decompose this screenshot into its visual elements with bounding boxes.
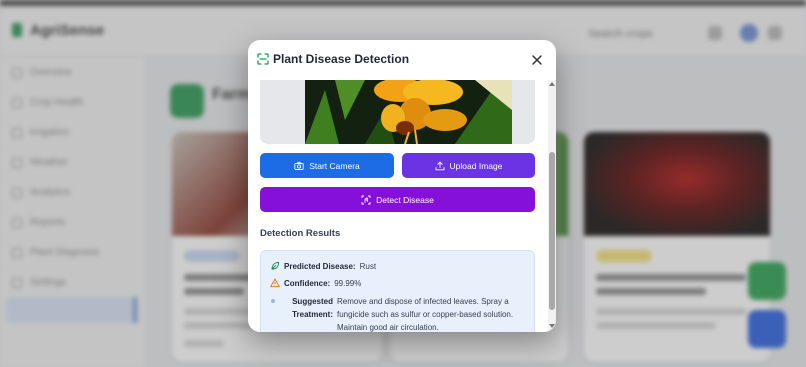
image-preview [260, 80, 535, 144]
camera-icon [294, 161, 304, 170]
plant-disease-modal: Plant Disease Detection Start Camera Upl… [248, 40, 556, 332]
close-icon[interactable] [530, 53, 544, 67]
results-panel: Predicted Disease: Rust Confidence: 99.9… [260, 250, 535, 332]
modal-title: Plant Disease Detection [273, 52, 410, 66]
confidence-row: Confidence: 99.99% [270, 278, 361, 288]
detect-disease-button[interactable]: Detect Disease [260, 187, 535, 212]
start-camera-label: Start Camera [309, 160, 360, 171]
scroll-up-arrow-icon[interactable] [549, 82, 555, 86]
scrollbar-thumb[interactable] [549, 152, 555, 310]
upload-image-button[interactable]: Upload Image [402, 153, 535, 178]
modal-scrollbar[interactable] [548, 80, 556, 332]
modal-header: Plant Disease Detection [248, 40, 556, 80]
scan-hand-icon [361, 195, 371, 204]
predicted-disease-label: Predicted Disease: [284, 261, 356, 271]
upload-icon [435, 161, 444, 170]
suggested-treatment-value: Remove and dispose of infected leaves. S… [337, 297, 514, 332]
modal-body[interactable]: Start Camera Upload Image Detect Disease… [248, 80, 556, 332]
confidence-label: Confidence: [284, 278, 331, 288]
scroll-down-arrow-icon[interactable] [549, 324, 555, 328]
suggested-treatment-label: Suggested Treatment: [292, 297, 333, 319]
warning-triangle-icon [270, 278, 280, 288]
bullet-icon [271, 299, 275, 303]
detect-disease-label: Detect Disease [376, 194, 434, 205]
confidence-value: 99.99% [334, 278, 362, 288]
predicted-disease-value: Rust [359, 261, 377, 271]
leaf-icon [271, 261, 280, 270]
predicted-disease-row: Predicted Disease: Rust [270, 261, 376, 271]
plant-photo [305, 80, 512, 144]
scan-icon [257, 53, 269, 65]
upload-image-label: Upload Image [449, 160, 503, 171]
start-camera-button[interactable]: Start Camera [260, 153, 394, 178]
results-heading: Detection Results [260, 228, 341, 239]
